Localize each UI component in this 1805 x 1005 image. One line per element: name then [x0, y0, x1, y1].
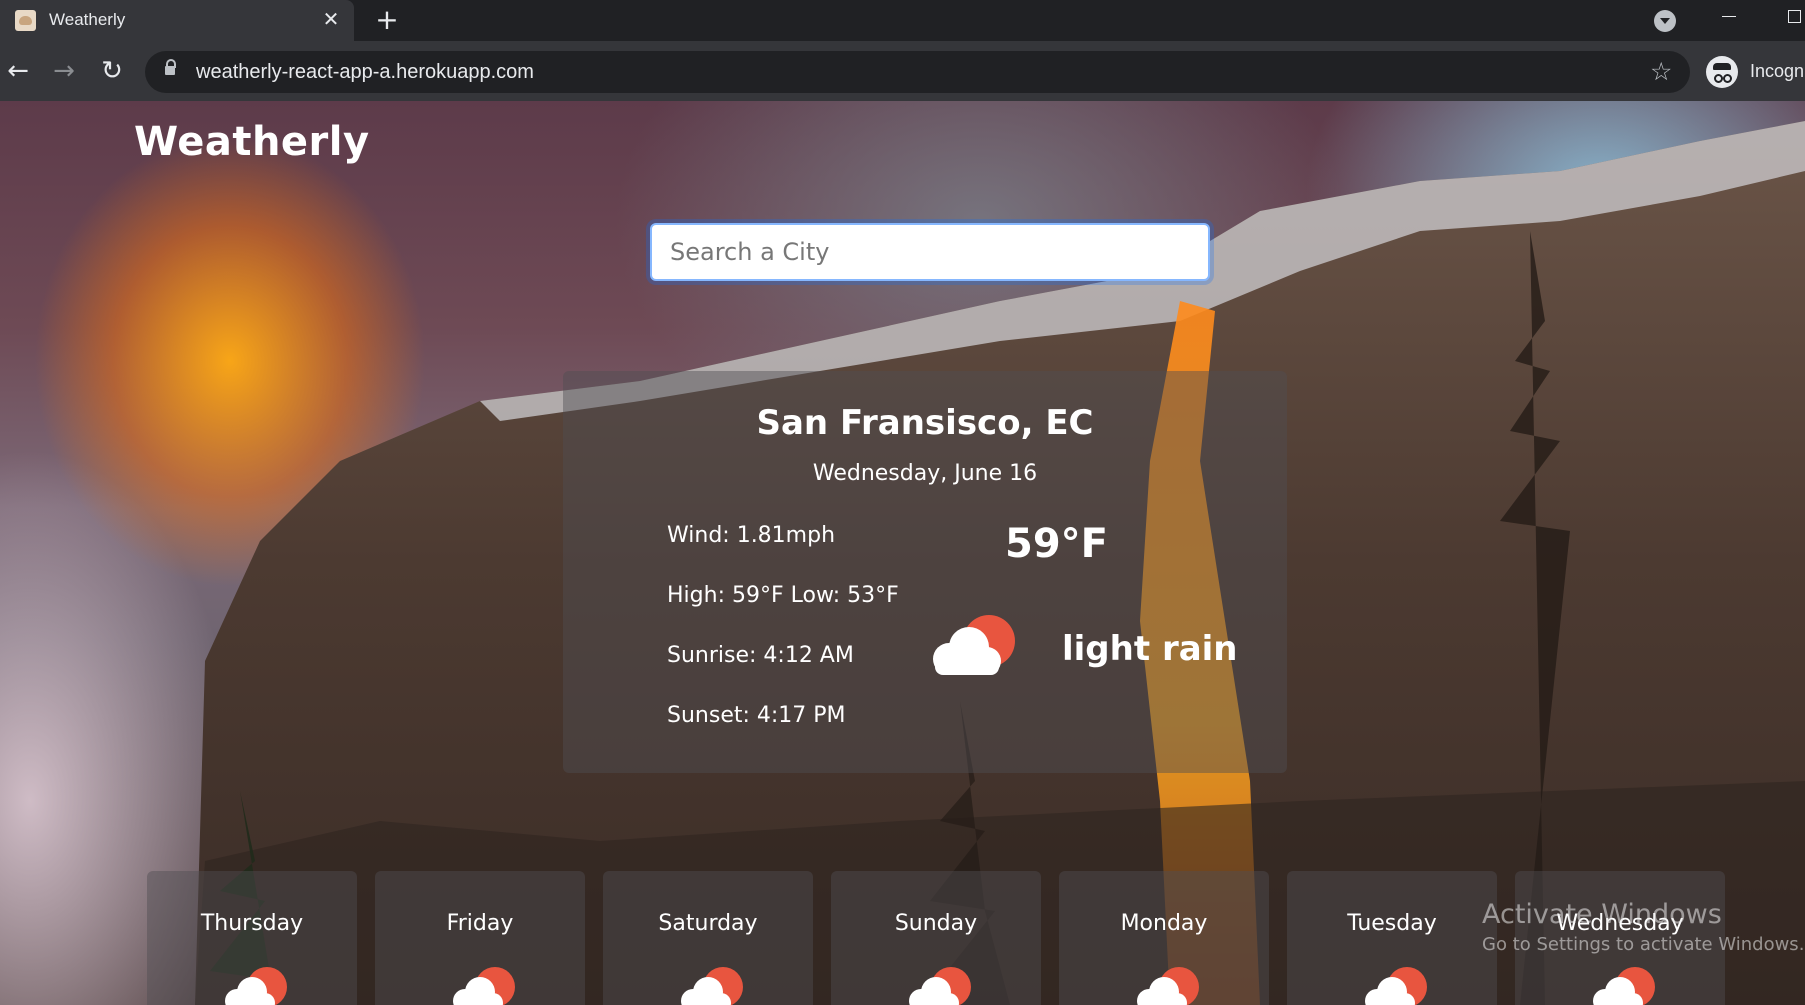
- watermark-subtitle: Go to Settings to activate Windows.: [1482, 934, 1805, 955]
- lock-icon[interactable]: [165, 59, 176, 75]
- weather-description: light rain: [1062, 629, 1238, 669]
- forecast-day-name: Saturday: [658, 911, 758, 936]
- browser-tab-weatherly[interactable]: Weatherly ✕: [0, 0, 354, 41]
- cloud-sun-icon: [681, 967, 743, 1005]
- tab-search-icon[interactable]: [1654, 10, 1676, 32]
- sunrise-time: Sunrise: 4:12 AM: [667, 643, 854, 668]
- reload-icon[interactable]: ↻: [94, 53, 130, 89]
- city-search-box[interactable]: [650, 223, 1210, 281]
- incognito-icon[interactable]: [1706, 56, 1738, 88]
- page-viewport: Weatherly San Fransisco, EC Wednesday, J…: [0, 101, 1805, 1005]
- address-bar[interactable]: weatherly-react-app-a.herokuapp.com ☆: [145, 51, 1690, 93]
- back-arrow-icon[interactable]: ←: [0, 53, 36, 89]
- close-tab-icon[interactable]: ✕: [319, 7, 343, 31]
- forecast-day-name: Sunday: [894, 911, 978, 936]
- forecast-day-name: Thursday: [200, 911, 304, 936]
- incognito-label[interactable]: Incognito: [1750, 61, 1805, 82]
- forward-arrow-icon[interactable]: →: [46, 53, 82, 89]
- app-brand-title[interactable]: Weatherly: [134, 119, 370, 165]
- forecast-day-name: Monday: [1120, 911, 1208, 936]
- forecast-day-card: Friday: [375, 871, 585, 1005]
- sunset-time: Sunset: 4:17 PM: [667, 703, 846, 728]
- forecast-day-card: Saturday: [603, 871, 813, 1005]
- bookmark-star-icon[interactable]: ☆: [1650, 57, 1672, 86]
- forecast-day-card: Tuesday: [1287, 871, 1497, 1005]
- forecast-day-card: Monday: [1059, 871, 1269, 1005]
- tab-title: Weatherly: [49, 10, 126, 29]
- high-low-temp: High: 59°F Low: 53°F: [667, 583, 899, 608]
- forecast-day-card: Sunday: [831, 871, 1041, 1005]
- url-text[interactable]: weatherly-react-app-a.herokuapp.com: [196, 61, 534, 84]
- browser-toolbar: ← → ↻ weatherly-react-app-a.herokuapp.co…: [0, 41, 1805, 101]
- current-weather-card: San Fransisco, EC Wednesday, June 16 Win…: [563, 371, 1287, 773]
- city-search-input[interactable]: [652, 225, 1208, 279]
- cloud-sun-icon: [1365, 967, 1427, 1005]
- maximize-window-button[interactable]: [1788, 10, 1801, 23]
- browser-tab-bar: Weatherly ✕ +: [0, 0, 1805, 41]
- cloud-sun-icon: [1137, 967, 1199, 1005]
- cloud-sun-icon: [1593, 967, 1655, 1005]
- wind-speed: Wind: 1.81mph: [667, 523, 836, 548]
- windows-activation-watermark: Activate Windows Go to Settings to activ…: [1482, 899, 1804, 955]
- forecast-day-name: Friday: [446, 911, 514, 936]
- cloud-sun-icon: [225, 967, 287, 1005]
- favicon-icon: [15, 10, 36, 31]
- forecast-day-card: Thursday: [147, 871, 357, 1005]
- current-date: Wednesday, June 16: [812, 461, 1038, 486]
- new-tab-button[interactable]: +: [372, 6, 402, 36]
- forecast-day-name: Tuesday: [1347, 911, 1437, 936]
- cloud-sun-icon: [909, 967, 971, 1005]
- city-name: San Fransisco, EC: [756, 403, 1094, 443]
- watermark-title: Activate Windows: [1482, 899, 1722, 930]
- current-temperature: 59°F: [1005, 521, 1108, 567]
- cloud-sun-icon: [453, 967, 515, 1005]
- minimize-window-button[interactable]: [1722, 8, 1738, 24]
- cloud-sun-rain-icon: [933, 615, 1015, 675]
